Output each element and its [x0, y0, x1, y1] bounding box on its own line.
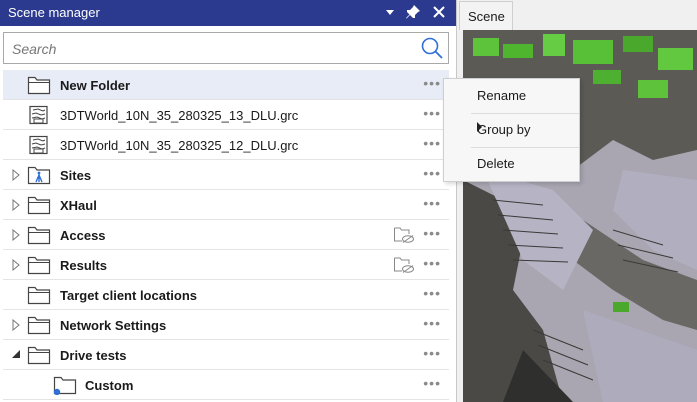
- menu-item-label: Rename: [477, 88, 527, 103]
- more-options-icon[interactable]: •••: [423, 105, 441, 121]
- custom-folder-icon: [53, 375, 77, 396]
- close-icon[interactable]: [431, 4, 447, 20]
- folder-icon: [27, 225, 51, 245]
- expand-arrow-icon[interactable]: [11, 228, 21, 242]
- more-options-icon[interactable]: •••: [423, 195, 441, 211]
- folder-icon: [27, 75, 51, 95]
- sites-folder-icon: [27, 165, 51, 185]
- expand-arrow-icon[interactable]: [11, 258, 21, 272]
- hidden-visibility-icon[interactable]: [393, 226, 415, 244]
- menu-item-label: Group by: [477, 122, 531, 137]
- panel-title: Scene manager: [8, 5, 100, 20]
- more-options-icon[interactable]: •••: [423, 345, 441, 361]
- tree-row-label: 3DTWorld_10N_35_280325_13_DLU.grc: [60, 108, 299, 123]
- context-menu: Rename Group by Delete: [443, 78, 580, 182]
- more-options-icon[interactable]: •••: [423, 375, 441, 391]
- expand-arrow-icon[interactable]: [11, 318, 21, 332]
- folder-icon: [27, 345, 51, 365]
- tree-row-label: Custom: [85, 378, 134, 393]
- more-options-icon[interactable]: •••: [423, 135, 441, 151]
- menu-item-label: Delete: [477, 156, 515, 171]
- folder-icon: [27, 255, 51, 275]
- tree-row[interactable]: Access •••: [3, 220, 449, 250]
- tree-row[interactable]: Drive tests •••: [3, 340, 449, 370]
- submenu-arrow-icon: [477, 122, 482, 132]
- menu-item-delete[interactable]: Delete: [444, 147, 581, 181]
- panel-titlebar: Scene manager: [0, 0, 456, 26]
- pin-icon[interactable]: [405, 4, 421, 20]
- folder-icon: [27, 195, 51, 215]
- scene-manager-panel: Scene manager New Folder•••3DTWorld_10N_…: [0, 0, 457, 402]
- tree-row[interactable]: Results •••: [3, 250, 449, 280]
- more-options-icon[interactable]: •••: [423, 285, 441, 301]
- map-file-icon: [27, 135, 51, 155]
- tree-row-label: XHaul: [60, 198, 97, 213]
- folder-icon: [27, 315, 51, 335]
- search-input[interactable]: [10, 39, 414, 59]
- tree-row[interactable]: XHaul •••: [3, 190, 449, 220]
- tree-row-label: Sites: [60, 168, 92, 183]
- hidden-visibility-icon[interactable]: [393, 256, 415, 274]
- tree-row[interactable]: 3DTWorld_10N_35_280325_12_DLU.grc •••: [3, 130, 449, 160]
- search-icon[interactable]: [420, 36, 444, 60]
- tree-row[interactable]: Custom •••: [3, 370, 449, 400]
- tree-row-label: 3DTWorld_10N_35_280325_12_DLU.grc: [60, 138, 299, 153]
- dropdown-icon[interactable]: [382, 4, 398, 20]
- tab-scene-label: Scene: [468, 9, 505, 24]
- folder-icon: [27, 285, 51, 305]
- more-options-icon[interactable]: •••: [423, 225, 441, 241]
- tree-row[interactable]: New Folder •••: [3, 70, 449, 100]
- tree-row[interactable]: 3DTWorld_10N_35_280325_13_DLU.grc •••: [3, 100, 449, 130]
- menu-item-rename[interactable]: Rename: [444, 79, 581, 113]
- tree-row-label: New Folder: [60, 78, 131, 93]
- more-options-icon[interactable]: •••: [423, 315, 441, 331]
- tree-row-label: Results: [60, 258, 107, 273]
- expand-arrow-icon[interactable]: [11, 198, 21, 212]
- expand-arrow-icon[interactable]: [11, 168, 21, 182]
- search-box: [3, 32, 449, 64]
- tree-row-label: Network Settings: [60, 318, 167, 333]
- tree-row-label: Access: [60, 228, 106, 243]
- menu-item-group-by[interactable]: Group by: [444, 113, 581, 147]
- more-options-icon[interactable]: •••: [423, 165, 441, 181]
- tree-row[interactable]: Target client locations •••: [3, 280, 449, 310]
- tree-row[interactable]: Network Settings •••: [3, 310, 449, 340]
- more-options-icon[interactable]: •••: [423, 75, 441, 91]
- tab-scene[interactable]: Scene: [459, 1, 513, 30]
- tree-row-label: Drive tests: [60, 348, 127, 363]
- tree-row-label: Target client locations: [60, 288, 198, 303]
- tree-row[interactable]: Sites •••: [3, 160, 449, 190]
- map-file-icon: [27, 105, 51, 125]
- collapse-arrow-icon[interactable]: [11, 349, 21, 361]
- more-options-icon[interactable]: •••: [423, 255, 441, 271]
